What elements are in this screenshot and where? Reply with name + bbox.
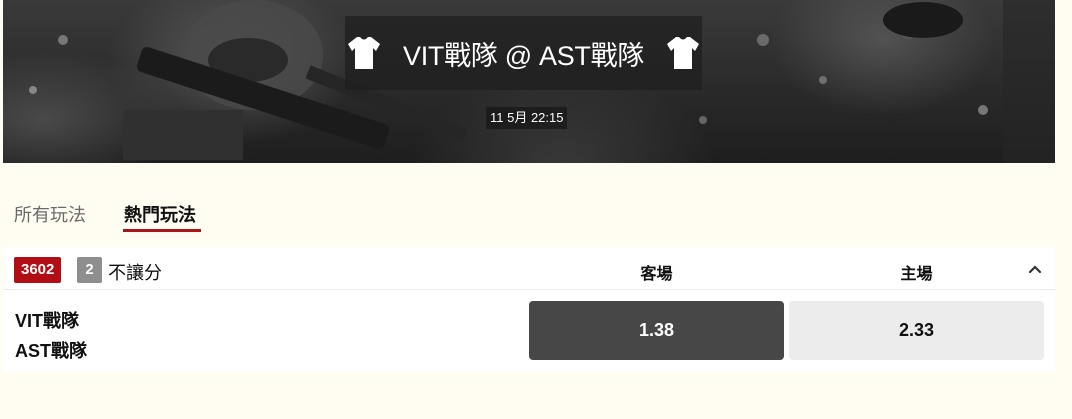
market-code-badge: 3602	[14, 257, 62, 283]
event-title-box: VIT戰隊 @ AST戰隊	[345, 16, 702, 90]
page: VIT戰隊 @ AST戰隊 11 5月 22:15 所有玩法 熱門玩法 3602…	[0, 0, 1072, 419]
away-odds-value: 1.38	[638, 320, 675, 340]
active-tab-indicator	[123, 229, 201, 232]
tab-all-markets[interactable]: 所有玩法	[14, 201, 86, 227]
market-count-badge: 2	[77, 257, 102, 283]
home-odds-value: 2.33	[898, 320, 935, 340]
home-odds-button[interactable]: 2.33	[789, 301, 1044, 360]
event-datetime: 11 5月 22:15	[486, 107, 568, 129]
event-title: VIT戰隊 @ AST戰隊	[402, 40, 645, 71]
home-column-header: 主場	[900, 266, 933, 283]
away-column-header: 客場	[640, 266, 673, 283]
market-header[interactable]: 3602 2 不讓分 客場 主場	[3, 247, 1055, 290]
away-odds-button[interactable]: 1.38	[529, 301, 784, 360]
chevron-up-icon[interactable]	[1028, 262, 1042, 276]
home-shirt-icon	[667, 37, 700, 69]
home-team-name: AST戰隊	[15, 341, 87, 361]
market-card: 3602 2 不讓分 客場 主場 VIT戰隊 AST戰隊 1.38 2.33	[3, 247, 1055, 371]
event-banner: VIT戰隊 @ AST戰隊 11 5月 22:15	[3, 0, 1055, 163]
tab-popular-markets[interactable]: 熱門玩法	[124, 201, 196, 227]
away-team-name: VIT戰隊	[15, 311, 80, 331]
away-shirt-icon	[347, 37, 380, 69]
market-name: 不讓分	[108, 263, 162, 283]
